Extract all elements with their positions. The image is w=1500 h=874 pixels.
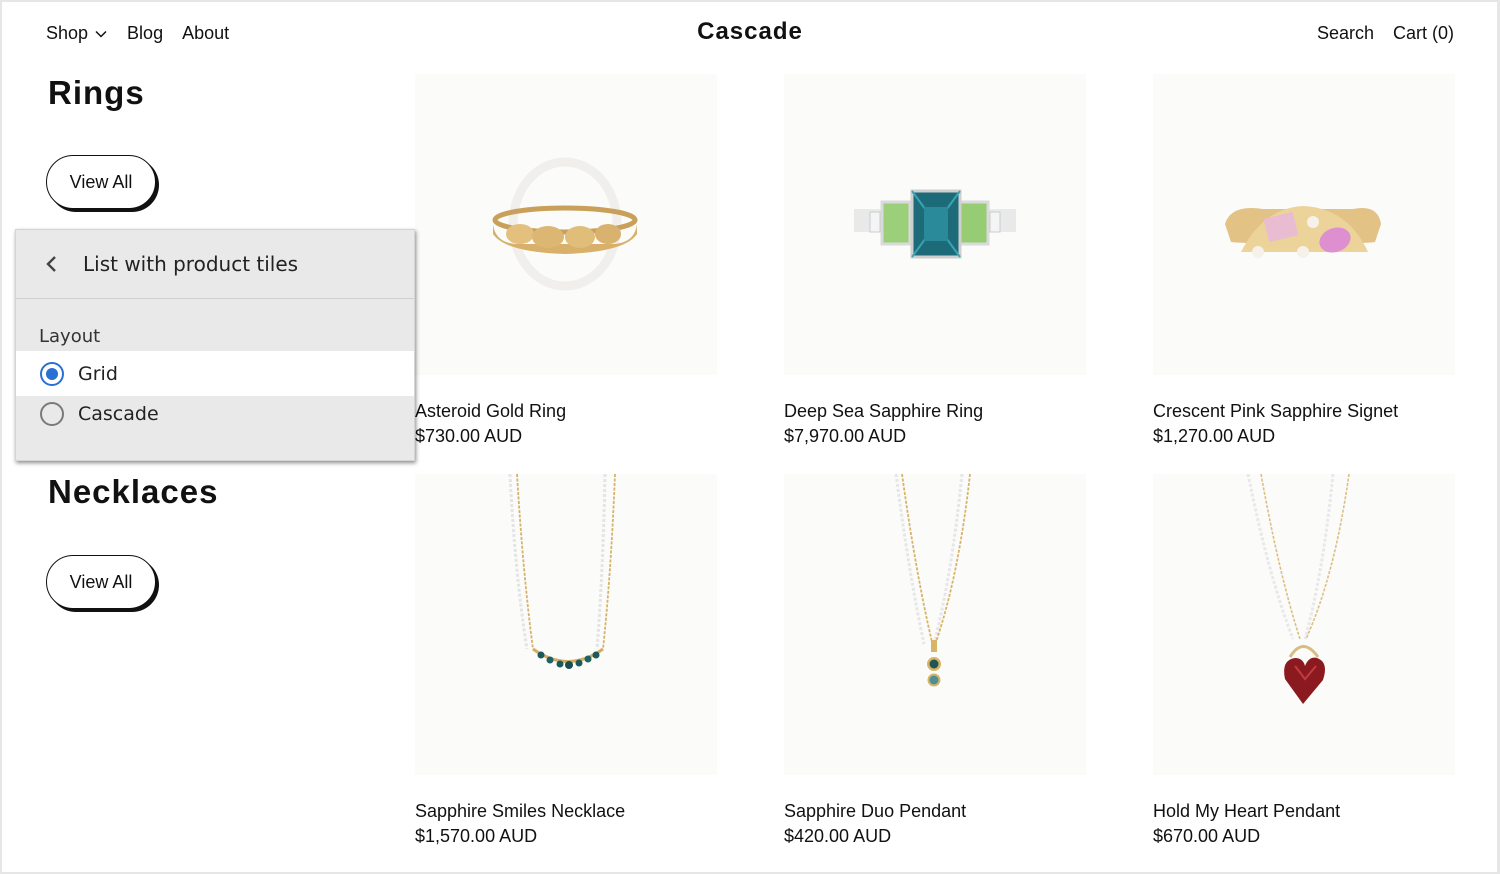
- product-name[interactable]: Sapphire Smiles Necklace: [415, 801, 717, 823]
- gold-band-ring-image: [492, 157, 638, 291]
- chevron-left-icon: [46, 256, 56, 272]
- product-price: $7,970.00 AUD: [784, 426, 907, 446]
- product-price: $670.00 AUD: [1153, 826, 1261, 846]
- product-tile[interactable]: Hold My Heart Pendant $670.00 AUD: [1153, 474, 1455, 847]
- product-tile[interactable]: Sapphire Duo Pendant $420.00 AUD: [784, 474, 1086, 847]
- product-tile[interactable]: Asteroid Gold Ring $730.00 AUD: [415, 74, 717, 447]
- sapphire-bar-necklace-image: [508, 474, 616, 669]
- product-name[interactable]: Hold My Heart Pendant: [1153, 801, 1455, 823]
- product-image-sapphire-duo-pendant[interactable]: [784, 474, 1086, 775]
- product-tile[interactable]: Sapphire Smiles Necklace $1,570.00 AUD: [415, 474, 717, 847]
- product-price: $730.00 AUD: [415, 426, 523, 446]
- product-tile[interactable]: Crescent Pink Sapphire Signet $1,270.00 …: [1153, 74, 1455, 447]
- product-image-gold-band-ring[interactable]: [415, 74, 717, 375]
- nav-cart[interactable]: Cart (0): [1393, 23, 1454, 44]
- radio-unselected-icon[interactable]: [40, 401, 64, 426]
- product-image-teal-sapphire-ring[interactable]: [784, 74, 1086, 375]
- view-all-rings-button[interactable]: View All: [46, 155, 156, 209]
- product-name[interactable]: Crescent Pink Sapphire Signet: [1153, 401, 1455, 423]
- pink-sapphire-signet-image: [1225, 206, 1381, 258]
- popup-title: List with product tiles: [83, 252, 299, 276]
- view-all-necklaces-button[interactable]: View All: [46, 555, 156, 609]
- product-name[interactable]: Sapphire Duo Pendant: [784, 801, 1086, 823]
- product-image-sapphire-bar-necklace[interactable]: [415, 474, 717, 775]
- layout-option-cascade[interactable]: Cascade: [16, 391, 414, 436]
- product-price: $1,270.00 AUD: [1153, 426, 1276, 446]
- layout-option-grid[interactable]: Grid: [16, 351, 414, 396]
- product-price: $420.00 AUD: [784, 826, 892, 846]
- layout-settings-popup: List with product tiles Layout Grid Casc…: [15, 229, 415, 461]
- section-title-necklaces: Necklaces: [48, 473, 219, 510]
- product-name[interactable]: Deep Sea Sapphire Ring: [784, 401, 1086, 423]
- product-price: $1,570.00 AUD: [415, 826, 538, 846]
- product-name[interactable]: Asteroid Gold Ring: [415, 401, 717, 423]
- nav-search[interactable]: Search: [1317, 23, 1374, 44]
- site-header: Shop Blog About Cascade Search Cart (0): [0, 0, 1500, 70]
- brand-logo[interactable]: Cascade: [0, 18, 1500, 46]
- radio-selected-icon[interactable]: [40, 361, 64, 386]
- layout-field-label: Layout: [39, 326, 101, 347]
- utility-nav: Search Cart (0): [1298, 23, 1454, 44]
- teal-sapphire-ring-image: [854, 189, 1016, 259]
- section-title-rings: Rings: [48, 74, 145, 111]
- back-button[interactable]: [16, 230, 76, 299]
- layout-option-label: Cascade: [78, 402, 159, 425]
- product-tile[interactable]: Deep Sea Sapphire Ring $7,970.00 AUD: [784, 74, 1086, 447]
- popup-header: List with product tiles: [16, 230, 414, 299]
- product-image-pink-sapphire-signet-ring[interactable]: [1153, 74, 1455, 375]
- layout-option-label: Grid: [78, 362, 118, 385]
- sapphire-duo-pendant-image: [894, 474, 971, 687]
- product-image-garnet-heart-pendant[interactable]: [1153, 474, 1455, 775]
- garnet-heart-pendant-image: [1246, 474, 1350, 704]
